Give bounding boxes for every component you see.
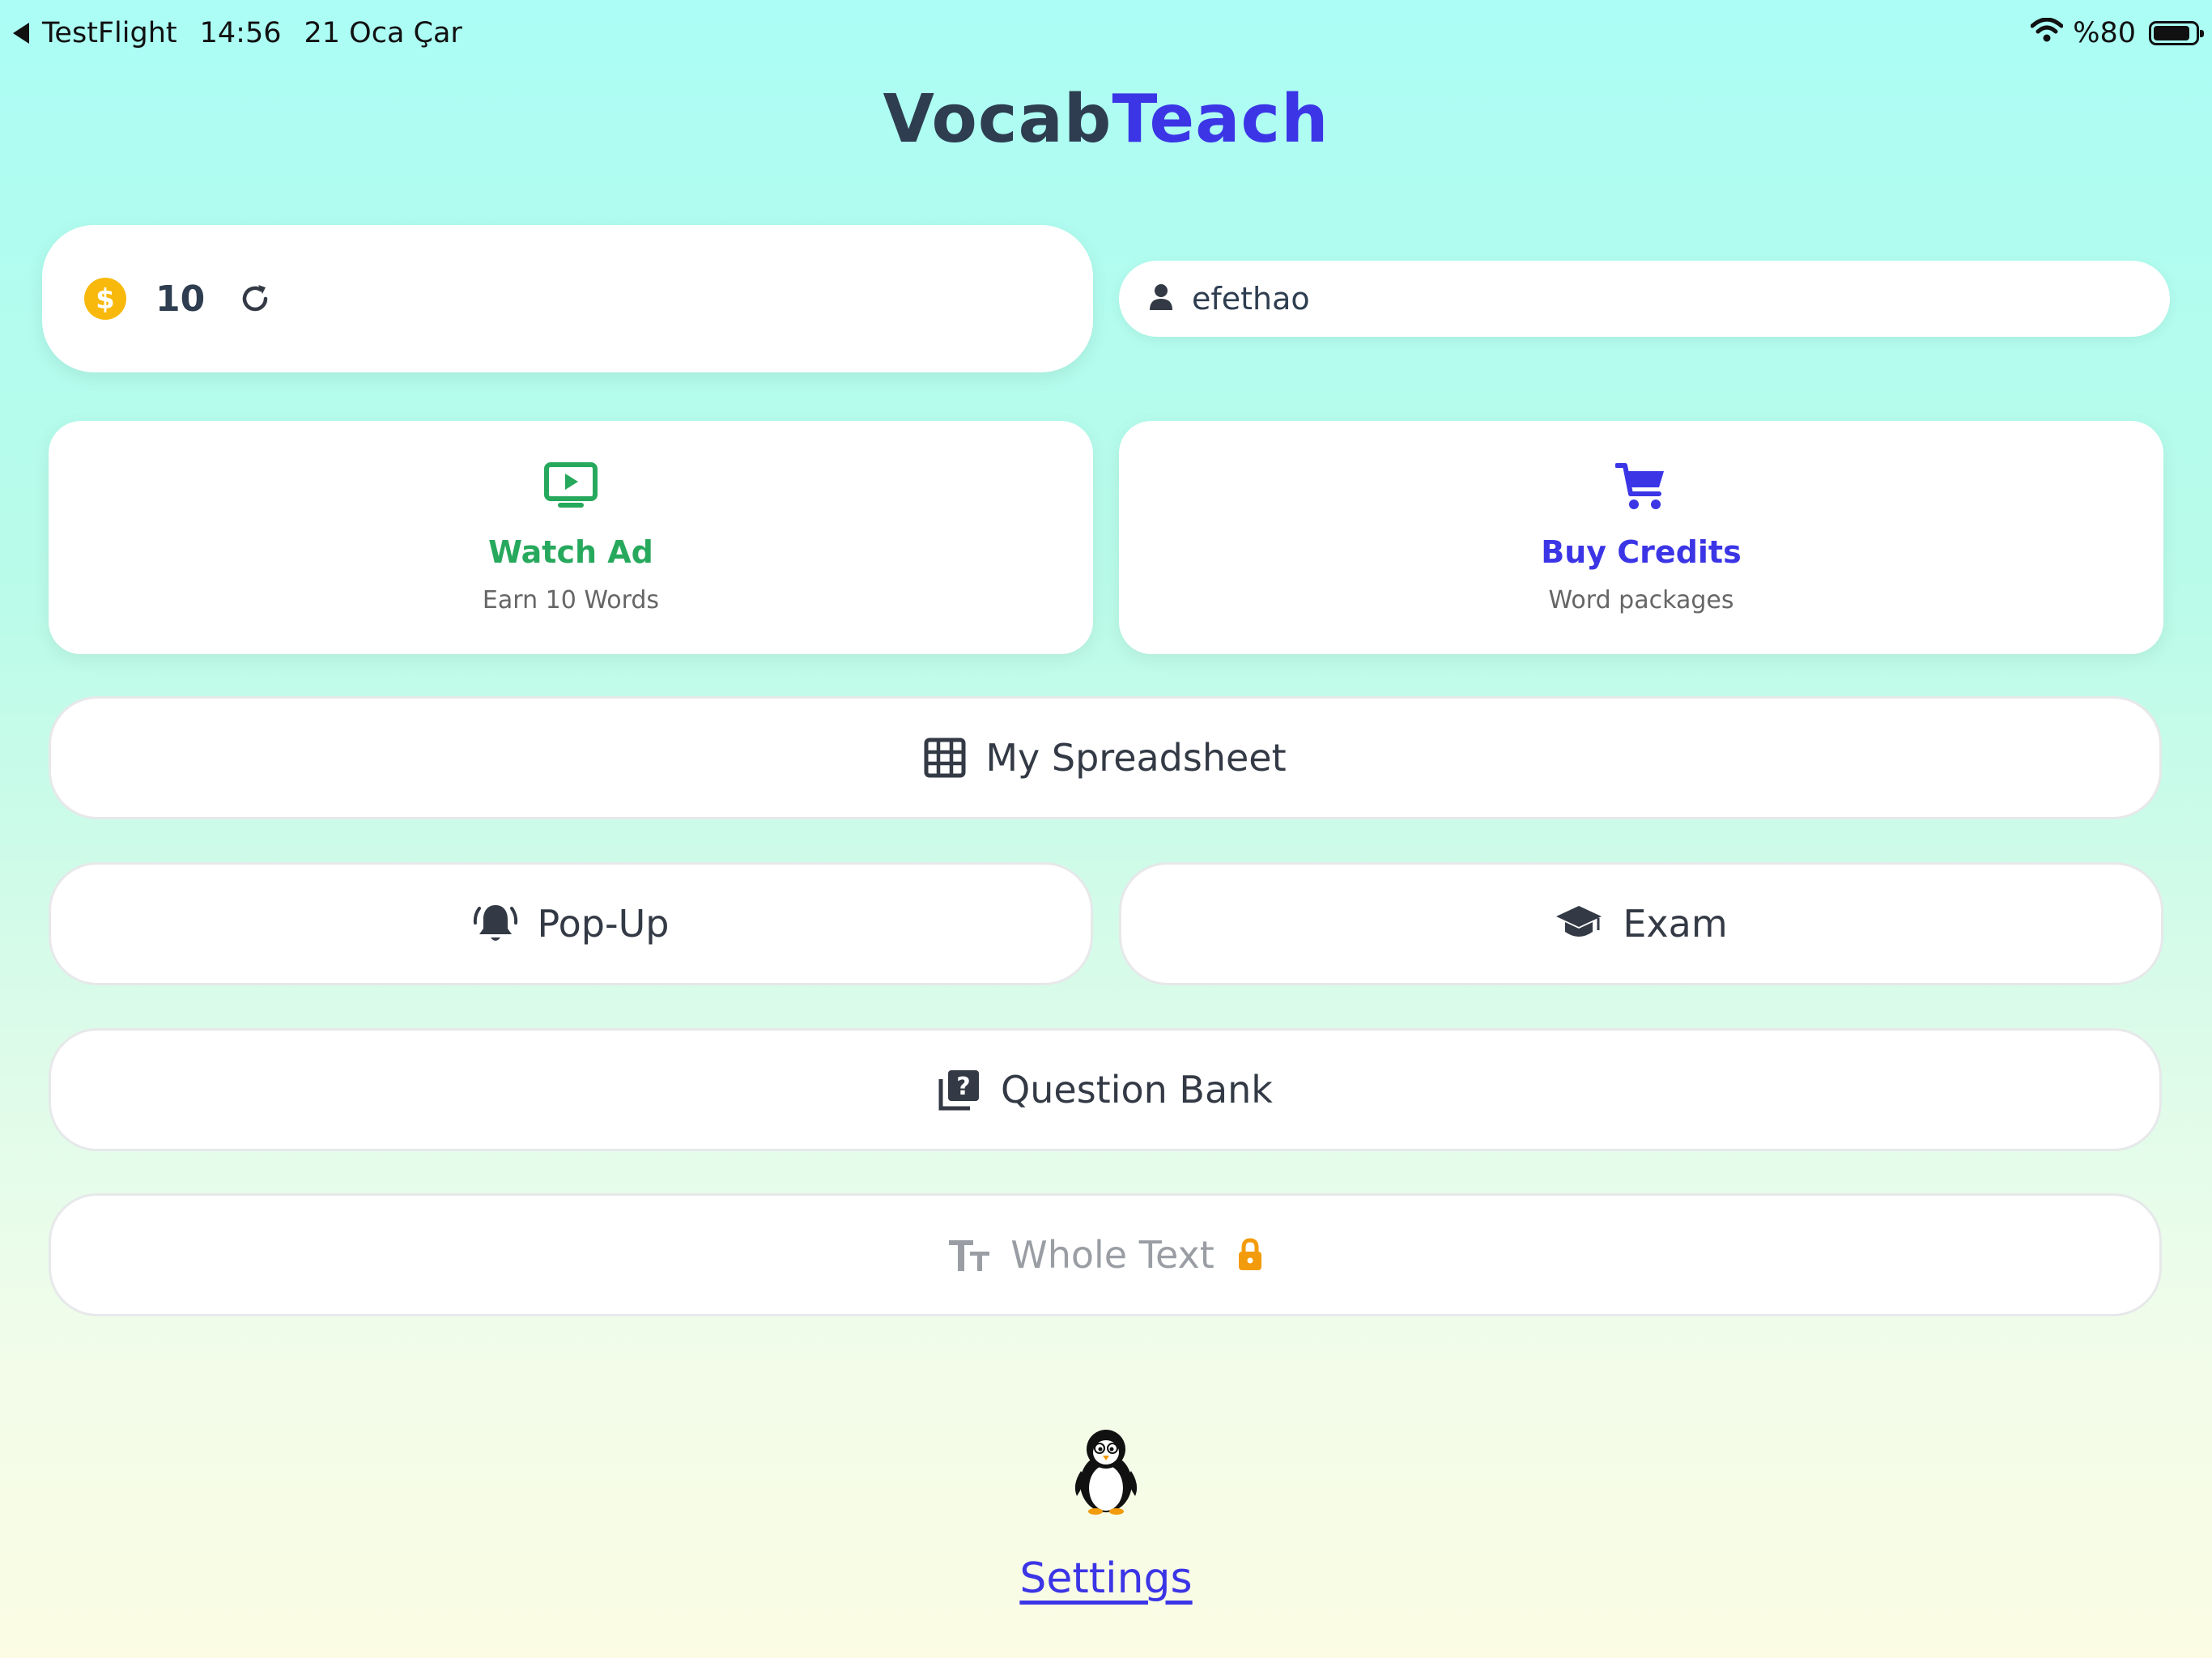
wifi-icon — [2030, 17, 2064, 49]
credits-card: $ 10 — [42, 225, 1093, 372]
popup-label: Pop-Up — [537, 902, 670, 946]
buy-credits-card[interactable]: Buy Credits Word packages — [1119, 421, 2163, 654]
credits-count: 10 — [155, 278, 206, 320]
whole-text-label: Whole Text — [1010, 1233, 1214, 1277]
coin-icon: $ — [84, 278, 126, 320]
penguin-mascot-icon — [1070, 1426, 1142, 1516]
app-title-teach: Teach — [1112, 81, 1329, 158]
svg-text:$: $ — [96, 283, 115, 315]
svg-text:?: ? — [956, 1073, 970, 1101]
tv-play-icon — [49, 461, 1093, 510]
status-right: %80 — [2030, 13, 2204, 53]
battery-icon — [2149, 21, 2204, 45]
question-bank-button[interactable]: ? Question Bank — [49, 1028, 2162, 1151]
whole-text-button[interactable]: Whole Text — [49, 1193, 2162, 1316]
user-pill[interactable]: efethao — [1119, 261, 2170, 337]
settings-link[interactable]: Settings — [0, 1554, 2212, 1603]
graduation-cap-icon — [1555, 904, 1603, 943]
watch-ad-title: Watch Ad — [488, 534, 653, 570]
back-app-label[interactable]: TestFlight — [42, 17, 177, 49]
battery-percent: %80 — [2073, 17, 2136, 49]
text-size-icon — [947, 1237, 991, 1273]
lock-icon — [1237, 1238, 1263, 1272]
app-title: VocabTeach — [0, 81, 2212, 158]
question-bank-label: Question Bank — [1001, 1068, 1273, 1112]
status-bar: TestFlight 14:56 21 Oca Çar %80 — [0, 0, 2212, 68]
status-date: 21 Oca Çar — [304, 17, 462, 49]
user-icon — [1148, 283, 1174, 314]
buy-credits-subtitle: Word packages — [1548, 586, 1734, 614]
popup-button[interactable]: Pop-Up — [49, 862, 1093, 985]
question-stack-icon: ? — [938, 1068, 981, 1112]
refresh-icon[interactable] — [239, 283, 271, 315]
app-title-vocab: Vocab — [883, 81, 1112, 158]
buy-credits-title: Buy Credits — [1541, 534, 1742, 570]
my-spreadsheet-label: My Spreadsheet — [985, 736, 1287, 780]
exam-button[interactable]: Exam — [1119, 862, 2163, 985]
status-left[interactable]: TestFlight 14:56 21 Oca Çar — [13, 13, 485, 53]
back-arrow-icon[interactable] — [13, 23, 29, 44]
status-time: 14:56 — [199, 17, 282, 49]
user-name: efethao — [1192, 281, 1310, 317]
watch-ad-subtitle: Earn 10 Words — [482, 586, 660, 614]
grid-icon — [924, 738, 966, 778]
cart-icon — [1119, 461, 2163, 512]
exam-label: Exam — [1623, 902, 1728, 946]
bell-ringing-icon — [473, 902, 518, 946]
watch-ad-card[interactable]: Watch Ad Earn 10 Words — [49, 421, 1093, 654]
my-spreadsheet-button[interactable]: My Spreadsheet — [49, 696, 2162, 819]
